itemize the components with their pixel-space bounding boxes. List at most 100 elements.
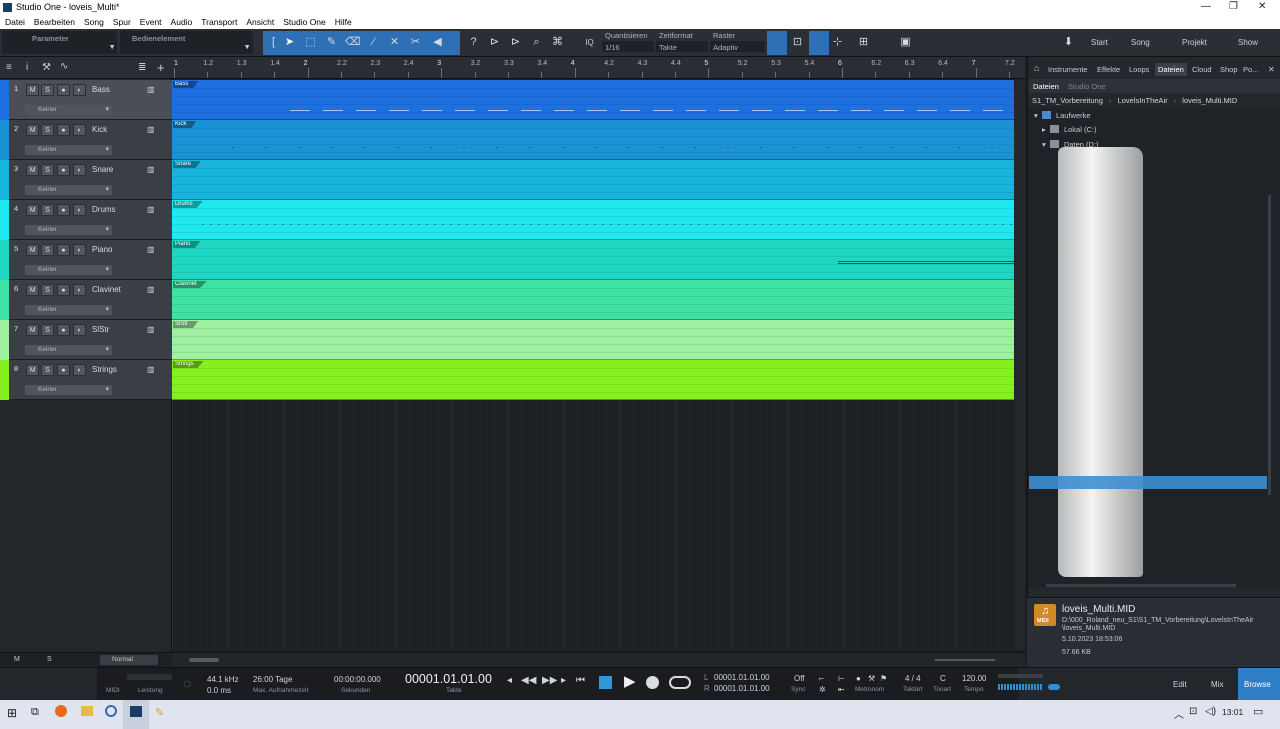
info-icon[interactable]: i	[26, 62, 28, 73]
minimize-button[interactable]: —	[1201, 1, 1211, 12]
solo-button[interactable]: S	[41, 164, 54, 176]
scroll-thumb[interactable]	[189, 658, 219, 662]
paint-tool-icon[interactable]: ⁄	[366, 35, 381, 50]
track-name[interactable]: Kick	[92, 125, 107, 134]
menu-icon[interactable]: ≡	[6, 62, 12, 73]
track-lane[interactable]: SlStr	[172, 320, 1014, 360]
breadcrumb-item[interactable]: loveis_Multi.MID	[1182, 96, 1237, 105]
range-tool-icon[interactable]: ⬚	[303, 35, 318, 50]
selected-tree-row[interactable]	[1029, 476, 1267, 489]
keyboard-icon[interactable]: ▥	[147, 325, 155, 334]
monitor-toggle[interactable]	[1048, 684, 1060, 690]
track-header[interactable]: 6 M S ● ◐ Clavinet ▥ Keiner	[0, 280, 172, 320]
loop-end[interactable]: 00001.01.01.00	[714, 684, 770, 693]
fast-forward-icon[interactable]: ▶▶	[542, 675, 557, 686]
event-label[interactable]: Drums	[173, 201, 203, 208]
menu-hilfe[interactable]: Hilfe	[335, 17, 352, 27]
tab-dateien[interactable]: Dateien	[1155, 63, 1187, 76]
nav-show-button[interactable]: Show	[1238, 38, 1258, 47]
tree-scrollbar[interactable]	[1268, 195, 1271, 495]
volume-icon[interactable]: ◁)	[1205, 706, 1216, 717]
event-label[interactable]: Snare	[173, 161, 202, 168]
track-name[interactable]: Bass	[92, 85, 110, 94]
event-label[interactable]: Clavinet	[173, 281, 207, 288]
keyboard-icon[interactable]: ▥	[147, 205, 155, 214]
monitor-button[interactable]: ◐	[73, 244, 86, 256]
mute-tool-icon[interactable]: ✕	[387, 35, 402, 50]
input-select[interactable]: Keiner	[25, 105, 112, 115]
global-solo-button[interactable]: S	[47, 656, 52, 663]
firefox-icon[interactable]	[55, 705, 67, 717]
zoom-icon[interactable]: ⌕	[529, 35, 544, 50]
eraser-tool-icon[interactable]: ⌫	[345, 35, 361, 50]
mute-button[interactable]: M	[26, 164, 39, 176]
automation-icon[interactable]: ∿	[60, 61, 68, 72]
subtab-studio-one[interactable]: Studio One	[1068, 82, 1106, 91]
pencil-tool-icon[interactable]: ✎	[324, 35, 339, 50]
track-name[interactable]: SlStr	[92, 325, 109, 334]
solo-button[interactable]: S	[41, 244, 54, 256]
menu-transport[interactable]: Transport	[201, 17, 237, 27]
return-to-zero-icon[interactable]: ⏮	[576, 675, 585, 686]
solo-button[interactable]: S	[41, 284, 54, 296]
tab-loops[interactable]: Loops	[1129, 65, 1149, 74]
loop-button[interactable]	[669, 676, 691, 689]
record-arm-button[interactable]: ●	[57, 284, 70, 296]
track-lane[interactable]: Clavinet	[172, 280, 1014, 320]
file-explorer-icon[interactable]	[81, 706, 93, 716]
menu-spur[interactable]: Spur	[113, 17, 131, 27]
nav-song-button[interactable]: Song	[1131, 38, 1150, 47]
tray-chevron-icon[interactable]: ︿	[1174, 706, 1184, 721]
track-lane[interactable]: Strings	[172, 360, 1014, 400]
breadcrumb-item[interactable]: LovelsInTheAir	[1118, 96, 1168, 105]
global-mute-button[interactable]: M	[14, 656, 20, 663]
tab-pool[interactable]: Po...	[1243, 65, 1258, 74]
event-label[interactable]: SlStr	[173, 321, 199, 328]
menu-song[interactable]: Song	[84, 17, 104, 27]
autoscroll-toggle-icon[interactable]	[809, 31, 829, 55]
menu-datei[interactable]: Datei	[5, 17, 25, 27]
record-arm-button[interactable]: ●	[57, 204, 70, 216]
menu-event[interactable]: Event	[140, 17, 162, 27]
seconds-display[interactable]: 00:00:00.000	[334, 675, 381, 684]
horizontal-scrollbar[interactable]	[172, 652, 1025, 667]
track-header[interactable]: 5 M S ● ◐ Piano ▥ Keiner	[0, 240, 172, 280]
snap-start-icon[interactable]: ⊳	[487, 35, 502, 50]
monitor-button[interactable]: ◐	[73, 284, 86, 296]
parameter-field[interactable]: Parameter ▾	[2, 31, 117, 54]
loop-start[interactable]: 00001.01.01.00	[714, 673, 770, 682]
arrow-tool-icon[interactable]: ➤	[282, 35, 297, 50]
keyboard-icon[interactable]: ▥	[147, 125, 155, 134]
add-track-icon[interactable]: +	[157, 60, 165, 75]
track-name[interactable]: Snare	[92, 165, 113, 174]
track-name[interactable]: Drums	[92, 205, 116, 214]
stop-button[interactable]	[599, 676, 612, 689]
track-lane[interactable]: Drums	[172, 200, 1014, 240]
track-name[interactable]: Clavinet	[92, 285, 121, 294]
menu-bearbeiten[interactable]: Bearbeiten	[34, 17, 75, 27]
track-lane[interactable]: Bass	[172, 80, 1014, 120]
sync-value[interactable]: Off	[794, 674, 805, 683]
track-lane[interactable]: Kick	[172, 120, 1014, 160]
input-select[interactable]: Keiner	[25, 385, 112, 395]
event-label[interactable]: Bass	[173, 81, 199, 88]
tree-item-lokal[interactable]: ▸ Lokal (C:)	[1042, 125, 1096, 134]
position-display[interactable]: 00001.01.01.00	[405, 672, 492, 686]
close-panel-icon[interactable]: ✕	[1268, 65, 1275, 74]
keyboard-icon[interactable]: ▥	[147, 245, 155, 254]
event-label[interactable]: Piano	[173, 241, 201, 248]
keyboard-icon[interactable]: ▥	[147, 285, 155, 294]
monitor-button[interactable]: ◐	[73, 204, 86, 216]
follow-icon[interactable]: ⌘	[550, 35, 565, 50]
snap-toggle-icon[interactable]	[767, 31, 787, 55]
zoom-slider[interactable]	[935, 659, 995, 661]
mute-button[interactable]: M	[26, 324, 39, 336]
record-arm-button[interactable]: ●	[57, 364, 70, 376]
windows-start-icon[interactable]: ⊞	[7, 706, 17, 720]
autopunch-icon[interactable]: ⇤	[838, 685, 845, 694]
menu-ansicht[interactable]: Ansicht	[246, 17, 274, 27]
mute-button[interactable]: M	[26, 284, 39, 296]
timeline-ruler[interactable]: 1 1.2 1.3 1.4 2 2.2 2.3 2.4 3 3.2 3.3 3.4 4 4.2 4.3 4.4…	[172, 57, 1025, 79]
tree-item-laufwerke[interactable]: ▾ Laufwerke	[1034, 111, 1091, 120]
notification-icon[interactable]: ▭	[1253, 705, 1263, 718]
